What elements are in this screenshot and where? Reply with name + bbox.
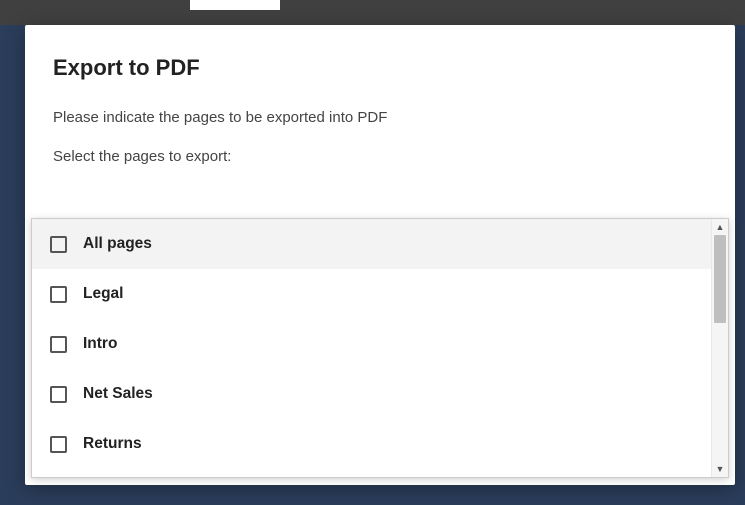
dropdown-option-label: Legal xyxy=(83,285,123,303)
scroll-thumb[interactable] xyxy=(714,235,726,323)
dropdown-option-legal[interactable]: Legal xyxy=(32,269,711,319)
export-pdf-modal: Export to PDF Please indicate the pages … xyxy=(25,25,735,485)
checkbox-icon[interactable] xyxy=(50,336,67,353)
checkbox-icon[interactable] xyxy=(50,236,67,253)
modal-title: Export to PDF xyxy=(53,55,707,81)
dropdown-option-returns[interactable]: Returns xyxy=(32,419,711,469)
dropdown-option-intro[interactable]: Intro xyxy=(32,319,711,369)
pages-dropdown-list: All pages Legal Intro Net Sales Returns xyxy=(31,218,729,478)
dropdown-scrollbar[interactable]: ▲ ▼ xyxy=(711,219,728,477)
dropdown-option-net-sales[interactable]: Net Sales xyxy=(32,369,711,419)
select-pages-label: Select the pages to export: xyxy=(53,148,707,165)
dropdown-option-label: All pages xyxy=(83,235,152,253)
checkbox-icon[interactable] xyxy=(50,286,67,303)
modal-description: Please indicate the pages to be exported… xyxy=(53,109,707,126)
dropdown-items-container: All pages Legal Intro Net Sales Returns xyxy=(32,219,711,477)
checkbox-icon[interactable] xyxy=(50,386,67,403)
dropdown-option-label: Intro xyxy=(83,335,117,353)
scroll-down-icon[interactable]: ▼ xyxy=(712,461,728,477)
dropdown-option-label: Returns xyxy=(83,435,142,453)
dropdown-option-all-pages[interactable]: All pages xyxy=(32,219,711,269)
dropdown-option-return-rate[interactable]: Return Rate xyxy=(32,469,711,477)
dropdown-option-label: Net Sales xyxy=(83,385,153,403)
checkbox-icon[interactable] xyxy=(50,436,67,453)
scroll-up-icon[interactable]: ▲ xyxy=(712,219,728,235)
